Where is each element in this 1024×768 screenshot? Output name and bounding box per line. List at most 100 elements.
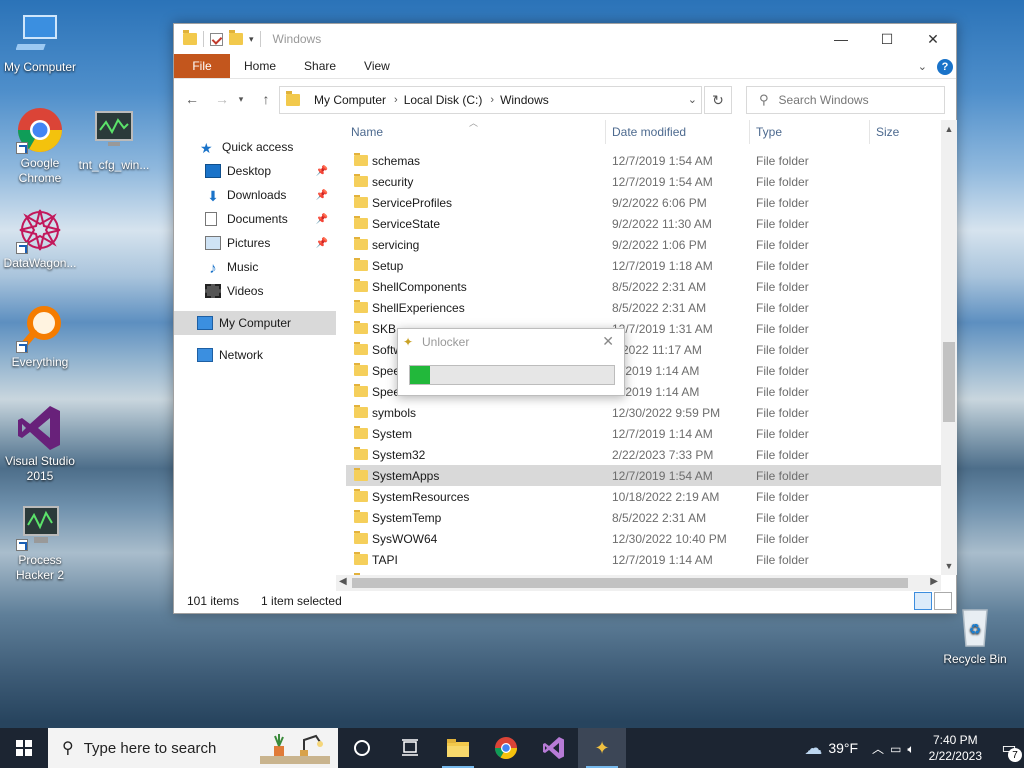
desktop-icon-google-chrome[interactable]: Google Chrome — [0, 106, 80, 186]
scrollbar-thumb[interactable] — [943, 342, 955, 422]
table-row[interactable]: SystemResources 10/18/2022 2:19 AM File fo… — [346, 486, 941, 507]
chevron-up-icon[interactable]: ︿ — [872, 742, 890, 756]
properties-icon[interactable] — [210, 32, 223, 46]
table-row[interactable]: security 12/7/2019 1:54 AM File folder — [346, 171, 941, 192]
nav-my-computer[interactable]: My Computer — [174, 311, 336, 335]
unlocker-title-bar[interactable]: ✦ Unlocker ✕ — [398, 329, 624, 355]
task-view-button[interactable] — [386, 728, 434, 768]
nav-videos[interactable]: Videos — [174, 279, 336, 303]
back-button[interactable]: ← — [180, 91, 204, 107]
table-row[interactable]: servicing 9/2/2022 1:06 PM File folder — [346, 234, 941, 255]
unlocker-dialog[interactable]: ✦ Unlocker ✕ — [397, 328, 625, 396]
table-row[interactable]: TAPI 12/7/2019 1:14 AM File folder — [346, 549, 941, 570]
table-row[interactable]: ServiceProfiles 9/2/2022 6:06 PM File fold… — [346, 192, 941, 213]
column-header-date[interactable]: Date modified — [607, 120, 750, 144]
table-row[interactable]: SysWOW64 12/30/2022 10:40 PM File folder — [346, 528, 941, 549]
refresh-button[interactable]: ↻ — [704, 86, 732, 114]
scroll-right-arrow-icon[interactable]: ▶ — [930, 576, 938, 587]
scroll-left-arrow-icon[interactable]: ◀ — [339, 576, 347, 587]
desktop-icon-everything[interactable]: Everything — [0, 305, 80, 370]
start-button[interactable] — [0, 728, 48, 768]
nav-desktop[interactable]: Desktop 📌 — [174, 159, 336, 183]
taskbar-search-box[interactable]: ⚲ Type here to search — [48, 728, 338, 768]
scrollbar-thumb[interactable] — [352, 578, 908, 588]
chevron-right-icon[interactable]: › — [490, 94, 494, 106]
recent-locations-button[interactable]: ▾ — [234, 94, 248, 105]
expand-ribbon-icon[interactable]: ⌄ — [918, 60, 927, 73]
nav-quick-access[interactable]: ★ Quick access — [174, 135, 336, 159]
nav-music[interactable]: ♪ Music — [174, 255, 336, 279]
desktop-icon-label: Visual Studio 2015 — [5, 454, 75, 483]
file-name: System32 — [372, 448, 426, 462]
desktop-icon-process-hacker[interactable]: Process Hacker 2 — [0, 503, 80, 583]
weather-widget[interactable]: ☁ 39°F — [804, 738, 858, 759]
nav-pictures[interactable]: Pictures 📌 — [174, 231, 336, 255]
table-row[interactable]: SystemTemp 8/5/2022 2:31 AM File folder — [346, 507, 941, 528]
new-folder-icon[interactable] — [229, 30, 243, 45]
pin-icon[interactable]: 📌 — [316, 166, 328, 177]
window-controls: — ☐ ✕ — [818, 24, 956, 54]
chevron-down-icon[interactable]: ⌄ — [688, 93, 697, 106]
notification-center-button[interactable]: ▭ 7 — [994, 728, 1024, 768]
pin-icon[interactable]: 📌 — [316, 238, 328, 249]
desktop-icon-tnt-cfg[interactable]: tnt_cfg_win... — [74, 108, 154, 173]
scroll-up-arrow-icon[interactable]: ▲ — [941, 124, 957, 134]
table-row[interactable]: ShellComponents 8/5/2022 2:31 AM File fold… — [346, 276, 941, 297]
file-date-modified: 2/2022 11:17 AM — [612, 343, 702, 357]
nav-documents[interactable]: Documents 📌 — [174, 207, 336, 231]
table-row[interactable]: System 12/7/2019 1:14 AM File folder — [346, 423, 941, 444]
minimize-button[interactable]: — — [818, 24, 864, 54]
column-header-size[interactable]: Size — [871, 120, 941, 144]
vertical-scrollbar[interactable]: ▲ ▼ — [941, 120, 957, 575]
folder-icon — [354, 195, 368, 208]
scroll-down-arrow-icon[interactable]: ▼ — [941, 561, 957, 571]
file-explorer-window[interactable]: ▾ Windows — ☐ ✕ File Home Share View ⌄ ?… — [173, 23, 957, 614]
nav-network[interactable]: Network — [174, 343, 336, 367]
desktop-icon-my-computer[interactable]: My Computer — [0, 10, 80, 75]
table-row[interactable]: SystemApps 12/7/2019 1:54 AM File folder — [346, 465, 941, 486]
taskbar-file-explorer[interactable] — [434, 728, 482, 768]
network-icon[interactable]: ▭ — [890, 742, 907, 756]
breadcrumb-windows[interactable]: Windows — [500, 93, 549, 107]
up-button[interactable]: ↑ — [254, 91, 278, 107]
cortana-button[interactable] — [338, 728, 386, 768]
details-view-button[interactable] — [914, 592, 932, 610]
close-button[interactable]: ✕ — [602, 333, 614, 350]
maximize-button[interactable]: ☐ — [864, 24, 910, 54]
table-row[interactable]: Setup 12/7/2019 1:18 AM File folder — [346, 255, 941, 276]
desktop-icon-visual-studio[interactable]: Visual Studio 2015 — [0, 404, 80, 484]
table-row[interactable]: symbols 12/30/2022 9:59 PM File folder — [346, 402, 941, 423]
pin-icon[interactable]: 📌 — [316, 214, 328, 225]
tab-file[interactable]: File — [174, 54, 230, 78]
taskbar-unlocker[interactable]: ✦ — [578, 728, 626, 768]
table-row[interactable]: schemas 12/7/2019 1:54 AM File folder — [346, 150, 941, 171]
desktop-icon-datawagon[interactable]: DataWagon... — [0, 206, 80, 271]
breadcrumb-local-disk[interactable]: Local Disk (C:) — [404, 93, 483, 107]
tray-icons[interactable]: ︿▭🔈︎ — [872, 740, 921, 757]
table-row[interactable]: System32 2/22/2023 7:33 PM File folder — [346, 444, 941, 465]
folder-icon — [354, 174, 368, 187]
tab-view[interactable]: View — [350, 54, 404, 78]
nav-downloads[interactable]: ⬇ Downloads 📌 — [174, 183, 336, 207]
customize-toolbar-icon[interactable]: ▾ — [249, 34, 254, 45]
tab-share[interactable]: Share — [290, 54, 350, 78]
clock[interactable]: 7:40 PM 2/22/2023 — [929, 732, 982, 764]
title-bar[interactable]: ▾ Windows — ☐ ✕ — [174, 24, 956, 54]
address-bar[interactable]: My Computer › Local Disk (C:) › Windows … — [279, 86, 702, 114]
pin-icon[interactable]: 📌 — [316, 190, 328, 201]
column-header-type[interactable]: Type — [751, 120, 870, 144]
search-input[interactable]: ⚲ Search Windows — [746, 86, 945, 114]
breadcrumb-my-computer[interactable]: My Computer — [314, 93, 386, 107]
help-icon[interactable]: ? — [937, 58, 953, 75]
chevron-right-icon[interactable]: › — [394, 94, 398, 106]
volume-icon[interactable]: 🔈︎ — [907, 742, 920, 756]
taskbar-visual-studio[interactable] — [530, 728, 578, 768]
table-row[interactable]: ServiceState 9/2/2022 11:30 AM File folder — [346, 213, 941, 234]
column-header-name[interactable]: Name — [346, 120, 606, 144]
tab-home[interactable]: Home — [230, 54, 290, 78]
table-row[interactable]: ShellExperiences 8/5/2022 2:31 AM File fol… — [346, 297, 941, 318]
close-button[interactable]: ✕ — [910, 24, 956, 54]
forward-button[interactable]: → — [210, 91, 234, 107]
taskbar-chrome[interactable] — [482, 728, 530, 768]
large-icons-view-button[interactable] — [934, 592, 952, 610]
